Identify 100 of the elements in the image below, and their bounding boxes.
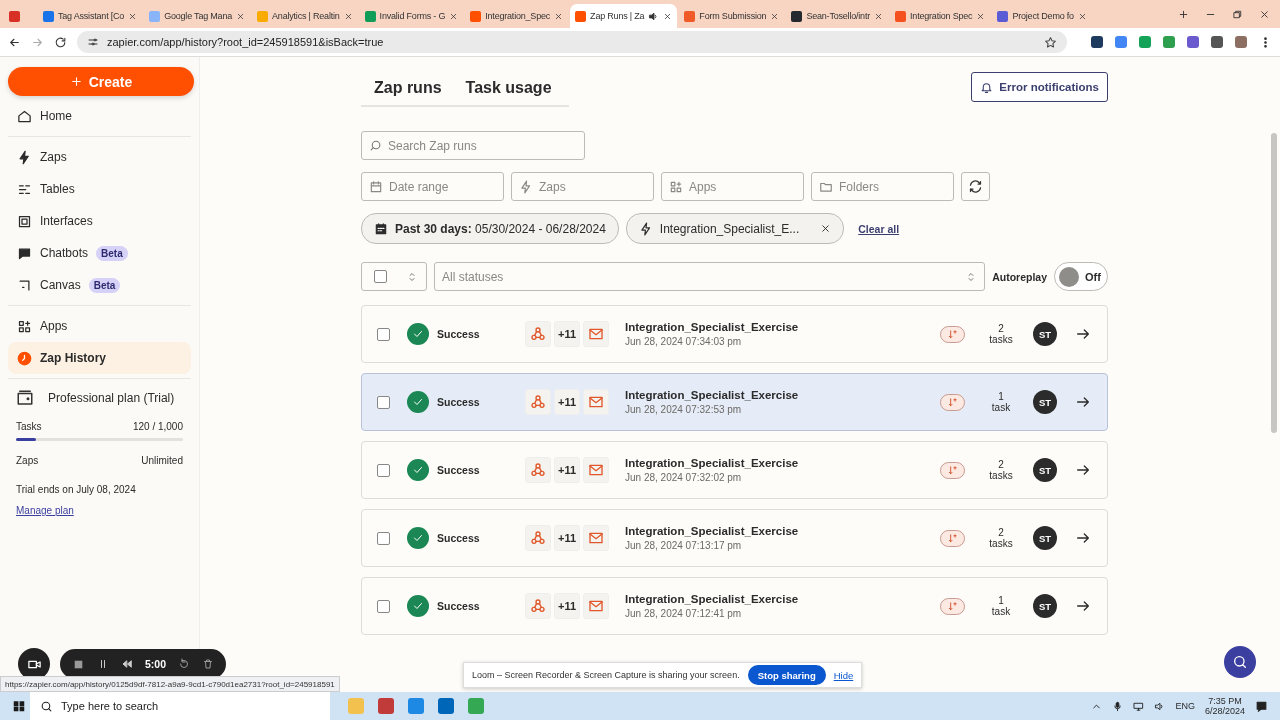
filter-field[interactable]: Zaps [511, 172, 654, 201]
open-run-button[interactable] [1075, 394, 1091, 410]
sidebar-item[interactable]: Zaps [8, 141, 191, 173]
extension-icon[interactable] [1091, 36, 1103, 48]
close-icon [449, 11, 459, 21]
close-icon [1077, 11, 1087, 21]
browser-tab[interactable]: Form Submission [679, 4, 785, 28]
stop-sharing-button[interactable]: Stop sharing [747, 665, 826, 685]
error-notifications-button[interactable]: Error notifications [971, 72, 1108, 102]
more-apps-count: +11 [554, 593, 580, 619]
tasks-label: Tasks [16, 421, 42, 432]
taskbar-app-icon[interactable] [438, 698, 454, 714]
beta-badge: Beta [96, 245, 128, 261]
new-tab-icon [1178, 8, 1189, 20]
apps-icon [669, 179, 683, 194]
replay-button[interactable] [940, 325, 965, 343]
filter-field[interactable]: Folders [811, 172, 954, 201]
chat-icon [17, 245, 32, 261]
arrow-right-icon [1075, 326, 1091, 342]
status-label: Success [437, 396, 481, 408]
sidebar-item[interactable]: Zap History [8, 342, 191, 374]
scrollbar[interactable] [1271, 133, 1277, 433]
open-run-button[interactable] [1075, 598, 1091, 614]
select-all-control[interactable] [361, 262, 427, 291]
browser-tab[interactable]: Integration_Spec [465, 4, 569, 28]
replay-button[interactable] [940, 461, 965, 479]
browser-tab[interactable]: Analytics | Realtin [252, 4, 358, 28]
zap-run-row[interactable]: Success +11 Integration_Specialist_Exercise Jun 28, 2024 07:13:17 pm 2 tasks ST [361, 509, 1108, 567]
browser-tab[interactable]: Invalid Forms - G [359, 4, 464, 28]
close-icon [976, 11, 986, 21]
more-apps-count: +11 [554, 525, 580, 551]
speaker-icon [648, 10, 660, 22]
browser-tab[interactable]: Tag Assistant [Co [38, 4, 143, 28]
refresh-button[interactable] [961, 172, 990, 201]
filter-chip[interactable]: Integration_Specialist_E... [625, 213, 845, 244]
zap-run-row[interactable]: Success +11 Integration_Specialist_Exercise Jun 28, 2024 07:34:03 pm 2 tasks ST [361, 305, 1108, 363]
search-field[interactable]: Search Zap runs [361, 131, 585, 160]
bolt-icon [17, 149, 32, 165]
rewind-icon [121, 658, 133, 670]
zap-run-row[interactable]: Success +11 Integration_Specialist_Exercise Jun 28, 2024 07:32:02 pm 2 tasks ST [361, 441, 1108, 499]
row-checkbox[interactable] [377, 463, 390, 477]
more-apps-count: +11 [554, 321, 580, 347]
help-button[interactable] [1224, 646, 1256, 678]
manage-plan-link[interactable]: Manage plan [16, 505, 74, 516]
replay-button[interactable] [940, 597, 965, 615]
open-run-button[interactable] [1075, 530, 1091, 546]
extension-icon[interactable] [1187, 36, 1199, 48]
extension-icon[interactable] [1211, 36, 1223, 48]
sort-down-icon [947, 532, 958, 544]
filter-chip[interactable]: Past 30 days: 05/30/2024 - 06/28/2024 [361, 213, 619, 244]
sidebar-item[interactable]: Interfaces [8, 205, 191, 237]
hide-link[interactable]: Hide [833, 669, 854, 681]
filter-field[interactable]: Date range [361, 172, 504, 201]
close-icon [874, 11, 884, 21]
open-run-button[interactable] [1075, 462, 1091, 478]
zap-name: Integration_Specialist_Exercise [625, 389, 800, 401]
clear-all-link[interactable]: Clear all [858, 222, 900, 235]
zap-run-row[interactable]: Success +11 Integration_Specialist_Exercise Jun 28, 2024 07:32:53 pm 1 task ST [361, 373, 1108, 431]
status-select[interactable]: All statuses [434, 262, 986, 291]
language-indicator[interactable]: ENG [1175, 701, 1195, 711]
user-avatar: ST [1033, 390, 1057, 414]
plan-title: Professional plan (Trial) [48, 391, 175, 405]
canvas-icon [17, 277, 32, 293]
taskbar-search[interactable]: Type here to search [30, 692, 330, 720]
apps-icon [17, 318, 32, 334]
zap-name: Integration_Specialist_Exercise [625, 593, 800, 605]
page-tab[interactable]: Zap runs [374, 79, 442, 97]
zap-run-row[interactable]: Success +11 Integration_Specialist_Exercise Jun 28, 2024 07:12:41 pm 1 task ST [361, 577, 1108, 635]
browser-tab[interactable]: Google Tag Mana [144, 4, 251, 28]
filter-field[interactable]: Apps [661, 172, 804, 201]
task-unit: task [991, 402, 1011, 413]
run-date: Jun 28, 2024 07:32:53 pm [625, 404, 743, 415]
house-icon [17, 108, 32, 124]
sidebar-item[interactable]: Canvas Beta [8, 269, 191, 301]
row-checkbox[interactable] [377, 531, 390, 545]
autoreplay-toggle[interactable]: Off [1054, 262, 1108, 291]
sidebar-item[interactable]: Apps [8, 310, 191, 342]
sidebar-item[interactable]: Home [8, 100, 191, 132]
sort-down-icon [947, 328, 958, 340]
row-checkbox[interactable] [377, 327, 390, 341]
replay-button[interactable] [940, 529, 965, 547]
replay-button[interactable] [940, 393, 965, 411]
open-run-button[interactable] [1075, 326, 1091, 342]
user-avatar: ST [1033, 526, 1057, 550]
row-checkbox[interactable] [377, 599, 390, 613]
page-tab[interactable]: Task usage [465, 79, 552, 97]
row-checkbox[interactable] [377, 395, 390, 409]
sort-down-icon [947, 464, 958, 476]
extension-icon[interactable] [1235, 36, 1247, 48]
address-bar[interactable]: zapier.com/app/history?root_id=245918591&isBack=true [77, 31, 1067, 53]
browser-tab[interactable]: Zap Runs | Za [570, 4, 678, 28]
sidebar-item[interactable]: Chatbots Beta [8, 237, 191, 269]
browser-tab[interactable]: Integration Spec [890, 4, 991, 28]
sidebar-item[interactable]: Tables [8, 173, 191, 205]
browser-tab[interactable]: Project Demo fo [992, 4, 1092, 28]
status-label: Success [437, 328, 481, 340]
user-avatar: ST [1033, 594, 1057, 618]
browser-tab[interactable]: Sean-Tosello/intr [786, 4, 889, 28]
status-label: Success [437, 600, 481, 612]
wallet-icon [16, 389, 34, 407]
